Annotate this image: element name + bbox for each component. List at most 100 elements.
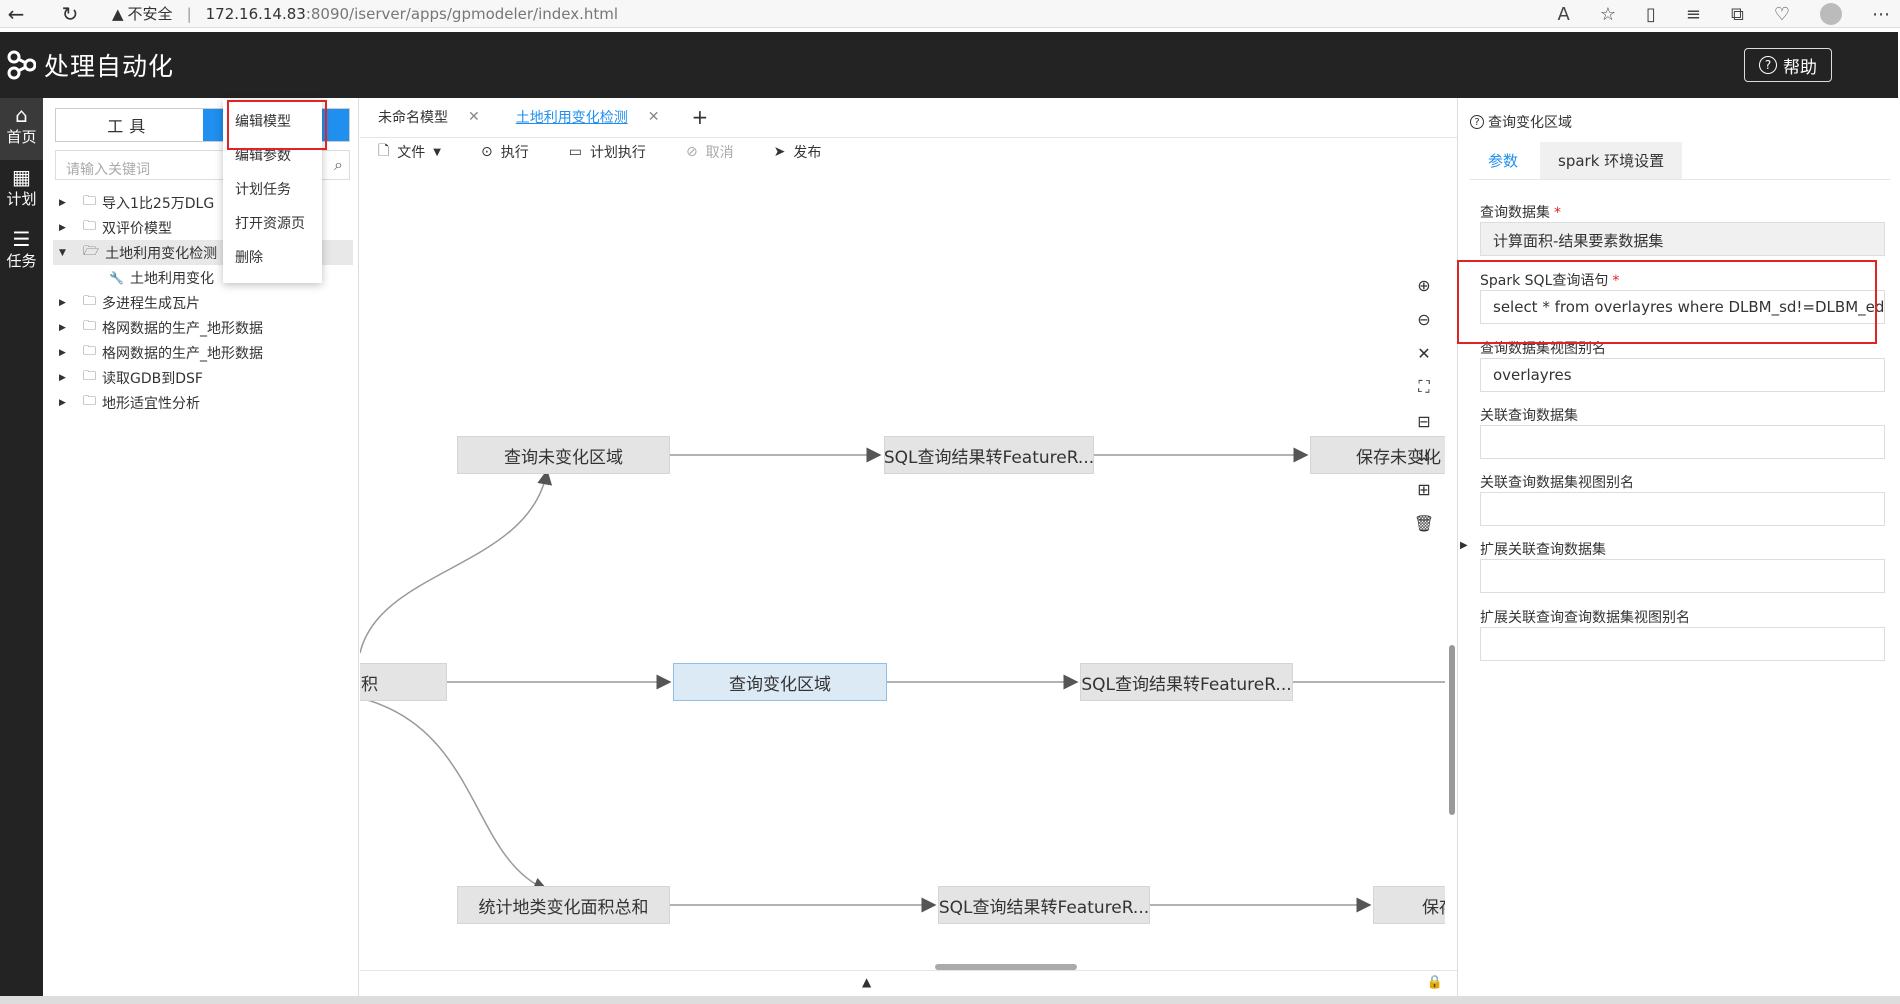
browser-toolbar: ← ↻ ▲ 不安全 | 172.16.14.83 :8090/iserver/a… [0,0,1900,28]
collapse-panel-icon[interactable]: ▶ [1460,540,1468,551]
calendar-icon: ▦ [12,165,31,189]
close-icon[interactable]: ✕ [468,109,480,125]
chevron-right-icon[interactable]: ▶ [59,373,73,383]
tab-land-use[interactable]: 土地利用变化检测 ✕ [498,97,678,137]
tab-untitled[interactable]: 未命名模型 ✕ [360,97,498,137]
required-mark: * [1554,205,1561,221]
file-menu[interactable]: 🗋 文件 ▼ [378,140,441,164]
close-icon[interactable]: ✕ [648,109,660,125]
add-tab-button[interactable]: + [677,97,722,137]
back-icon[interactable]: ← [4,2,28,26]
tab-spark-env[interactable]: spark 环境设置 [1540,142,1683,179]
publish-button[interactable]: ➤ 发布 [774,142,822,162]
run-button[interactable]: ⊙ 执行 [481,142,529,162]
chevron-right-icon[interactable]: ▶ [59,223,73,233]
highlight-box [1457,260,1877,344]
properties-panel: ? 查询变化区域 参数 spark 环境设置 查询数据集 * 计算面积-结果要素数… [1457,98,1898,996]
folder-open-icon: 🗁 [83,243,100,259]
chevron-right-icon[interactable]: ▶ [59,323,73,333]
node-sql-to-feature[interactable]: SQL查询结果转FeatureR... [884,436,1094,474]
search-icon[interactable]: ⌕ [334,155,343,175]
join-alias-input[interactable] [1480,492,1885,526]
help-button[interactable]: ? 帮助 [1744,48,1832,82]
tree-item[interactable]: ▶ 🗀 地形适宜性分析 [53,390,353,415]
grid-icon[interactable]: ⊞ [1410,472,1438,506]
trash-icon[interactable]: 🗑 [1410,506,1438,540]
left-rail: ⌂ 首页 ▦ 计划 ☰ 任务 [0,98,43,996]
reload-icon[interactable]: ↻ [58,2,82,26]
avatar[interactable] [1820,3,1842,25]
chevron-right-icon[interactable]: ▶ [59,348,73,358]
node-stat-area[interactable]: 统计地类变化面积总和 [457,886,670,924]
search-placeholder: 请输入关键词 [66,162,150,178]
tab-params[interactable]: 参数 [1470,142,1537,179]
node-query-unchanged[interactable]: 查询未变化区域 [457,436,670,474]
cancel-button[interactable]: ⊘ 取消 [686,142,734,162]
caret-down-icon: ▼ [433,146,441,158]
play-icon: ⊙ [480,144,493,160]
question-icon: ? [1759,56,1777,74]
tree-item[interactable]: ▶ 🗀 多进程生成瓦片 [53,290,353,315]
rail-item-plan[interactable]: ▦ 计划 [0,160,43,222]
extensions-icon[interactable]: ♡ [1774,4,1790,25]
join-dataset-input[interactable] [1480,425,1885,459]
node-save[interactable]: 保存 [1373,886,1445,924]
model-canvas[interactable]: 查询未变化区域 SQL查询结果转FeatureR... 保存未变化 积 查询变化… [360,168,1445,968]
file-icon: 🗋 [378,143,390,159]
distribute-icon[interactable]: ⇊ [1410,438,1438,472]
connector [360,469,553,654]
rail-item-task[interactable]: ☰ 任务 [0,222,43,284]
node-sql-to-feature[interactable]: SQL查询结果转FeatureR... [1080,663,1293,701]
field-ext-join-alias: 扩展关联查询查询数据集视图别名 [1480,607,1885,661]
view-alias-input[interactable]: overlayres [1480,358,1885,392]
align-icon[interactable]: ⊟ [1410,404,1438,438]
app-header: 处理自动化 ? 帮助 [0,32,1898,98]
logo-icon [7,50,36,80]
security-label: 不安全 [127,5,173,23]
favorites-list-icon[interactable]: ≡ [1686,4,1701,25]
menu-delete[interactable]: 删除 [223,240,322,274]
bottom-bar: ▲ 🔒 [360,970,1457,994]
collections-icon[interactable]: ⧉ [1731,4,1744,25]
expand-up-icon[interactable]: ▲ [862,975,871,989]
wrench-icon: 🔧 [109,270,124,285]
tab-tools[interactable]: 工具 [56,109,203,141]
stop-icon: ⊘ [685,144,698,160]
chevron-right-icon[interactable]: ▶ [59,398,73,408]
more-icon[interactable]: ⋯ [1872,4,1890,25]
fullscreen-icon[interactable]: ⛶ [1410,370,1438,404]
query-dataset-input[interactable]: 计算面积-结果要素数据集 [1480,222,1885,256]
menu-schedule-task[interactable]: 计划任务 [223,172,322,206]
node-query-changed[interactable]: 查询变化区域 [673,663,887,701]
canvas-tools: ⊕ ⊖ ✕ ⛶ ⊟ ⇊ ⊞ 🗑 [1410,268,1438,540]
tree-item[interactable]: ▶ 🗀 读取GDB到DSF [53,365,353,390]
menu-open-resource[interactable]: 打开资源页 [223,206,322,240]
read-aloud-icon[interactable]: A [1558,4,1570,25]
chevron-right-icon[interactable]: ▶ [59,198,73,208]
chevron-down-icon[interactable]: ▼ [59,248,73,258]
ext-join-alias-input[interactable] [1480,627,1885,661]
zoom-out-icon[interactable]: ⊖ [1410,302,1438,336]
schedule-button[interactable]: ▭ 计划执行 [569,142,646,162]
ext-join-dataset-input[interactable] [1480,559,1885,593]
list-icon: ☰ [12,227,31,251]
favorite-icon[interactable]: ☆ [1600,4,1616,25]
tree-item[interactable]: ▶ 🗀 格网数据的生产_地形数据 [53,340,353,365]
lock-icon[interactable]: 🔒 [1427,975,1443,990]
help-label: 帮助 [1783,57,1817,78]
folder-icon: 🗀 [83,318,97,334]
node-sql-to-feature[interactable]: SQL查询结果转FeatureR... [938,886,1150,924]
panel-tabs: 参数 spark 环境设置 [1470,142,1890,180]
vertical-scrollbar[interactable] [1449,645,1455,815]
split-screen-icon[interactable]: ▯ [1646,4,1656,25]
zoom-in-icon[interactable]: ⊕ [1410,268,1438,302]
node-area[interactable]: 积 [360,663,447,701]
rail-label: 首页 [6,128,37,146]
rail-item-home[interactable]: ⌂ 首页 [0,98,43,160]
chevron-right-icon[interactable]: ▶ [59,298,73,308]
fit-icon[interactable]: ✕ [1410,336,1438,370]
panel-title: ? 查询变化区域 [1470,112,1572,132]
folder-icon: 🗀 [83,293,97,309]
address-bar[interactable]: ▲ 不安全 | 172.16.14.83 :8090/iserver/apps/… [112,2,618,26]
tree-item[interactable]: ▶ 🗀 格网数据的生产_地形数据 [53,315,353,340]
